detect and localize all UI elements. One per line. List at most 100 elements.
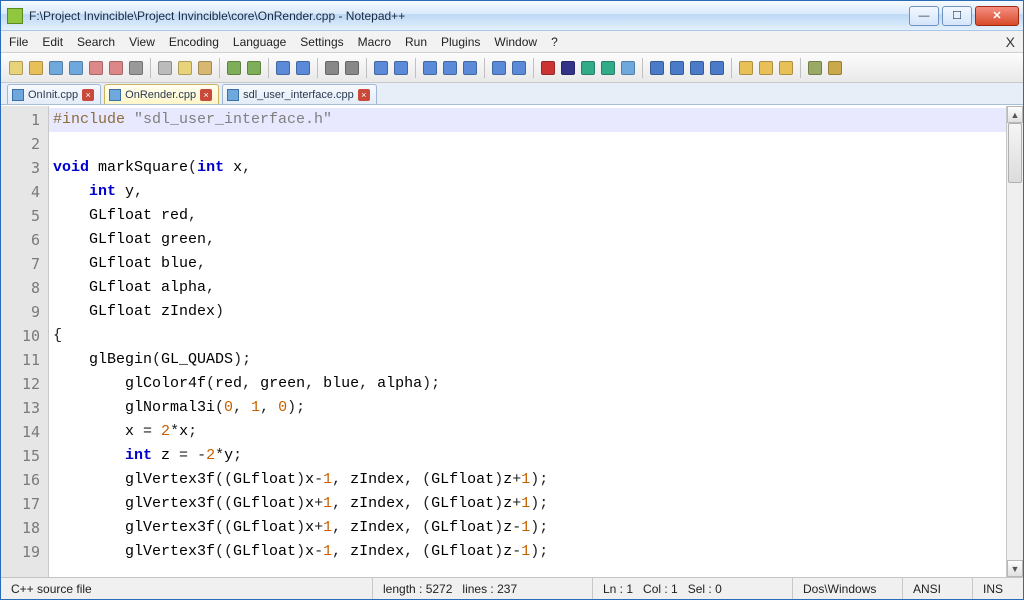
toolbar-separator <box>268 58 269 78</box>
line-number: 5 <box>1 204 48 228</box>
all-chars-icon[interactable] <box>441 59 459 77</box>
fold-icon[interactable] <box>490 59 508 77</box>
code-line[interactable]: glVertex3f((GLfloat)x-1, zIndex, (GLfloa… <box>49 468 1023 492</box>
indent-icon[interactable] <box>461 59 479 77</box>
line-number: 8 <box>1 276 48 300</box>
save-all-icon[interactable] <box>67 59 85 77</box>
sync-v-icon[interactable] <box>372 59 390 77</box>
code-line[interactable]: GLfloat red, <box>49 204 1023 228</box>
code-line[interactable]: int z = -2*y; <box>49 444 1023 468</box>
code-line[interactable]: GLfloat blue, <box>49 252 1023 276</box>
open-icon[interactable] <box>27 59 45 77</box>
code-line[interactable]: void markSquare(int x, <box>49 156 1023 180</box>
code-line[interactable] <box>49 132 1023 156</box>
tab-close-icon[interactable]: × <box>82 89 94 101</box>
tab-oninit-cpp[interactable]: OnInit.cpp× <box>7 84 101 104</box>
status-length-lines: length : 5272 lines : 237 <box>373 578 593 599</box>
menu-run[interactable]: Run <box>405 35 427 49</box>
print-icon[interactable] <box>127 59 145 77</box>
spell3-icon[interactable] <box>688 59 706 77</box>
tab-close-icon[interactable]: × <box>200 89 212 101</box>
play-multi-icon[interactable] <box>599 59 617 77</box>
save-macro-icon[interactable] <box>619 59 637 77</box>
menu-settings[interactable]: Settings <box>300 35 343 49</box>
menu-window[interactable]: Window <box>494 35 537 49</box>
code-line[interactable]: glBegin(GL_QUADS); <box>49 348 1023 372</box>
find-icon[interactable] <box>274 59 292 77</box>
titlebar[interactable]: F:\Project Invincible\Project Invincible… <box>1 1 1023 31</box>
line-number: 11 <box>1 348 48 372</box>
toolbar-separator <box>642 58 643 78</box>
doc1-icon[interactable] <box>737 59 755 77</box>
code-area[interactable]: #include "sdl_user_interface.h"void mark… <box>49 106 1023 577</box>
save-icon[interactable] <box>47 59 65 77</box>
line-number: 17 <box>1 492 48 516</box>
scroll-thumb[interactable] <box>1008 123 1022 183</box>
sync-h-icon[interactable] <box>392 59 410 77</box>
scroll-up-icon[interactable]: ▲ <box>1007 106 1023 123</box>
paste-icon[interactable] <box>196 59 214 77</box>
menu-language[interactable]: Language <box>233 35 286 49</box>
line-number: 7 <box>1 252 48 276</box>
menu-file[interactable]: File <box>9 35 28 49</box>
scroll-down-icon[interactable]: ▼ <box>1007 560 1023 577</box>
spell4-icon[interactable] <box>708 59 726 77</box>
record-icon[interactable] <box>539 59 557 77</box>
line-number: 13 <box>1 396 48 420</box>
code-line[interactable]: x = 2*x; <box>49 420 1023 444</box>
wrap-icon[interactable] <box>421 59 439 77</box>
menu-search[interactable]: Search <box>77 35 115 49</box>
stop-icon[interactable] <box>559 59 577 77</box>
code-line[interactable]: glNormal3i(0, 1, 0); <box>49 396 1023 420</box>
copy-icon[interactable] <box>176 59 194 77</box>
maximize-button[interactable]: ☐ <box>942 6 972 26</box>
tab-onrender-cpp[interactable]: OnRender.cpp× <box>104 84 219 104</box>
close-button[interactable]: ✕ <box>975 6 1019 26</box>
code-line[interactable]: glVertex3f((GLfloat)x+1, zIndex, (GLfloa… <box>49 516 1023 540</box>
code-line[interactable]: { <box>49 324 1023 348</box>
toolbar-separator <box>366 58 367 78</box>
abc-icon[interactable] <box>826 59 844 77</box>
menu-encoding[interactable]: Encoding <box>169 35 219 49</box>
doc3-icon[interactable] <box>777 59 795 77</box>
code-line[interactable]: glVertex3f((GLfloat)x-1, zIndex, (GLfloa… <box>49 540 1023 564</box>
code-line[interactable]: glColor4f(red, green, blue, alpha); <box>49 372 1023 396</box>
close-icon[interactable] <box>87 59 105 77</box>
code-line[interactable]: int y, <box>49 180 1023 204</box>
spell1-icon[interactable] <box>648 59 666 77</box>
tab-sdl_user_interface-cpp[interactable]: sdl_user_interface.cpp× <box>222 84 377 104</box>
menu-edit[interactable]: Edit <box>42 35 63 49</box>
line-number: 19 <box>1 540 48 564</box>
play-icon[interactable] <box>579 59 597 77</box>
code-line[interactable]: GLfloat zIndex) <box>49 300 1023 324</box>
bug-icon[interactable] <box>806 59 824 77</box>
menu-macro[interactable]: Macro <box>358 35 391 49</box>
code-line[interactable]: GLfloat alpha, <box>49 276 1023 300</box>
spell2-icon[interactable] <box>668 59 686 77</box>
undo-icon[interactable] <box>225 59 243 77</box>
line-gutter: 12345678910111213141516171819 <box>1 106 49 577</box>
menu-plugins[interactable]: Plugins <box>441 35 480 49</box>
status-eol: Dos\Windows <box>793 578 903 599</box>
tab-close-icon[interactable]: × <box>358 89 370 101</box>
code-line[interactable]: glVertex3f((GLfloat)x+1, zIndex, (GLfloa… <box>49 492 1023 516</box>
vertical-scrollbar[interactable]: ▲ ▼ <box>1006 106 1023 577</box>
zoom-in-icon[interactable] <box>323 59 341 77</box>
replace-icon[interactable] <box>294 59 312 77</box>
code-line[interactable]: #include "sdl_user_interface.h" <box>49 108 1023 132</box>
file-icon <box>12 89 24 101</box>
cut-icon[interactable] <box>156 59 174 77</box>
line-number: 4 <box>1 180 48 204</box>
close-doc-button[interactable]: X <box>1006 34 1015 50</box>
doc2-icon[interactable] <box>757 59 775 77</box>
redo-icon[interactable] <box>245 59 263 77</box>
new-icon[interactable] <box>7 59 25 77</box>
tabbar: OnInit.cpp×OnRender.cpp×sdl_user_interfa… <box>1 83 1023 105</box>
unfold-icon[interactable] <box>510 59 528 77</box>
code-line[interactable]: GLfloat green, <box>49 228 1023 252</box>
close-all-icon[interactable] <box>107 59 125 77</box>
zoom-out-icon[interactable] <box>343 59 361 77</box>
minimize-button[interactable]: — <box>909 6 939 26</box>
menu-view[interactable]: View <box>129 35 155 49</box>
menu-help[interactable]: ? <box>551 35 558 49</box>
